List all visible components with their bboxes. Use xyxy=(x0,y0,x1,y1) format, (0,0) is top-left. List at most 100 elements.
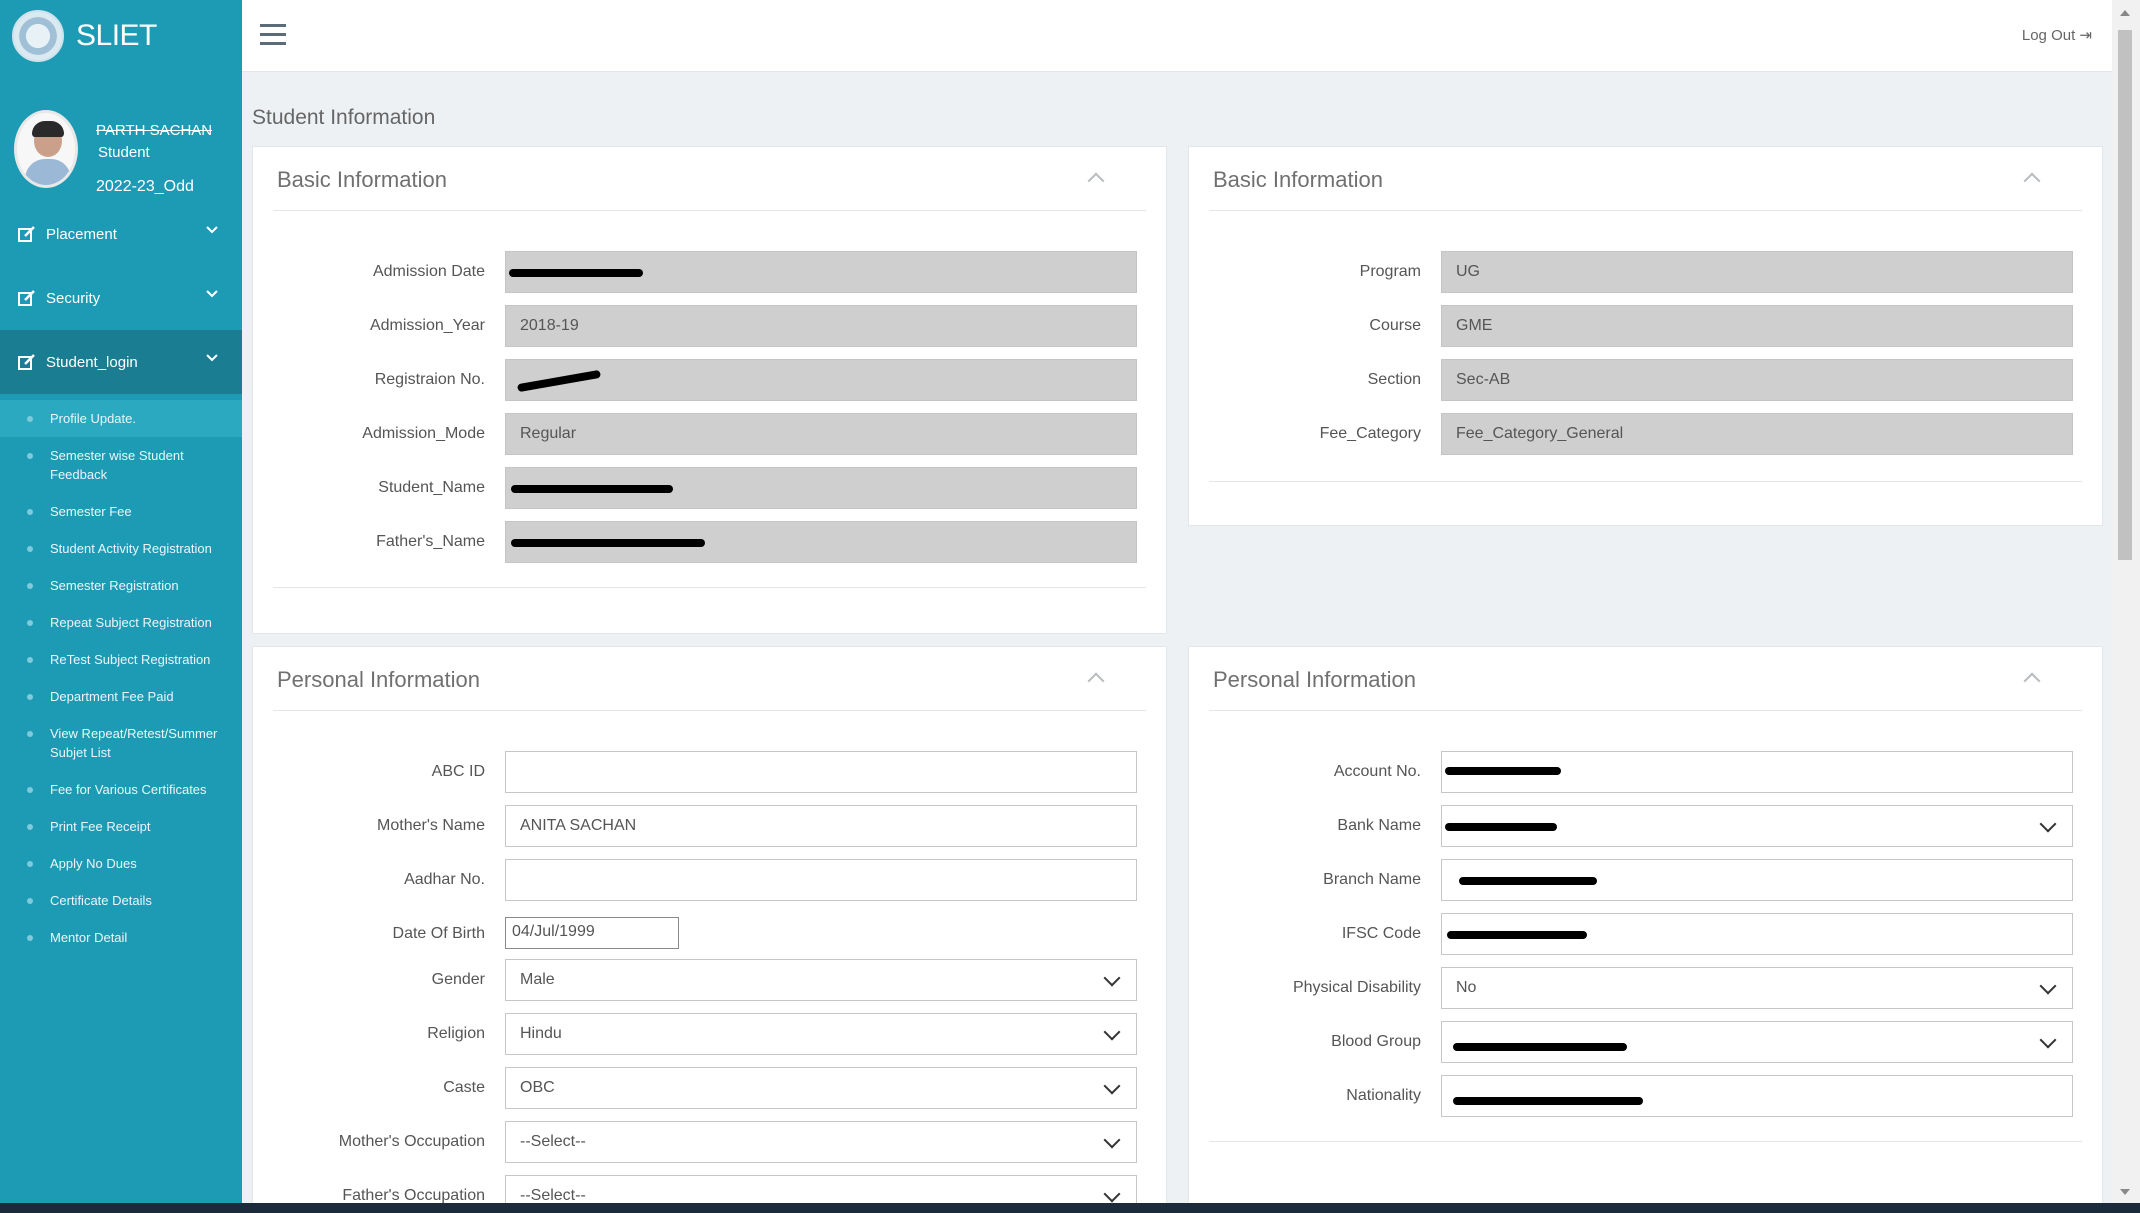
profile-role: Student xyxy=(98,144,150,161)
nationality-input[interactable] xyxy=(1441,1075,2073,1117)
field-label: Mother's Occupation xyxy=(338,1133,485,1150)
field-label: Fee_Category xyxy=(1319,425,1421,442)
field-label: Nationality xyxy=(1346,1087,1421,1104)
personal-information-panel-right: Personal Information Account No. Bank Na… xyxy=(1188,646,2103,1206)
vertical-scrollbar[interactable] xyxy=(2112,0,2140,1213)
field-label: ABC ID xyxy=(431,763,485,780)
field-label: Mother's Name xyxy=(377,817,485,834)
program-field: UG xyxy=(1441,251,2073,293)
personal-information-panel-left: Personal Information ABC ID Mother's Nam… xyxy=(252,646,1167,1213)
menu-toggle-icon[interactable] xyxy=(260,24,286,51)
mothers-name-input[interactable]: ANITA SACHAN xyxy=(505,805,1137,847)
submenu-item[interactable]: View Repeat/Retest/Summer Subjet List xyxy=(0,715,242,771)
student-login-submenu: Profile Update. Semester wise Student Fe… xyxy=(0,394,242,956)
field-label: IFSC Code xyxy=(1341,925,1421,942)
submenu-item[interactable]: Repeat Subject Registration xyxy=(0,604,242,641)
religion-select[interactable]: Hindu xyxy=(505,1013,1137,1055)
brand-name: SLIET xyxy=(76,19,157,52)
logout-link[interactable]: Log Out ⇥ xyxy=(2022,26,2092,44)
sidebar-item-student-login[interactable]: Student_login xyxy=(0,330,242,394)
aadhar-no-input[interactable] xyxy=(505,859,1137,901)
avatar xyxy=(14,110,78,188)
field-label: Admission Date xyxy=(372,263,485,280)
os-taskbar xyxy=(0,1203,2140,1213)
submenu-item[interactable]: Mentor Detail xyxy=(0,919,242,956)
user-profile: PARTH SACHAN Student 2022-23_Odd xyxy=(0,72,242,202)
mothers-occupation-select[interactable]: --Select-- xyxy=(505,1121,1137,1163)
physical-disability-select[interactable]: No xyxy=(1441,967,2073,1009)
field-label: Gender xyxy=(431,971,485,988)
panel-title: Basic Information xyxy=(1213,167,1383,192)
sidebar-item-placement[interactable]: Placement xyxy=(0,202,242,266)
chevron-down-icon xyxy=(206,226,218,234)
field-label: Admission_Year xyxy=(369,317,485,334)
edit-icon xyxy=(18,290,35,306)
sidebar-item-security[interactable]: Security xyxy=(0,266,242,330)
gender-select[interactable]: Male xyxy=(505,959,1137,1001)
chevron-down-icon xyxy=(206,290,218,298)
field-label: Course xyxy=(1369,317,1421,334)
submenu-item[interactable]: Semester Fee xyxy=(0,493,242,530)
edit-icon xyxy=(18,354,35,370)
field-label: Caste xyxy=(443,1079,485,1096)
scroll-thumb[interactable] xyxy=(2118,30,2132,560)
blood-group-select[interactable] xyxy=(1441,1021,2073,1063)
field-label: Student_Name xyxy=(378,479,485,496)
sliet-logo xyxy=(12,10,64,62)
admission-year-field: 2018-19 xyxy=(505,305,1137,347)
submenu-item[interactable]: Semester wise Student Feedback xyxy=(0,437,242,493)
field-label: Date Of Birth xyxy=(392,925,485,942)
submenu-item[interactable]: Print Fee Receipt xyxy=(0,808,242,845)
scroll-up-icon[interactable] xyxy=(2120,10,2130,16)
field-label: Program xyxy=(1359,263,1421,280)
collapse-icon[interactable] xyxy=(2023,172,2041,190)
field-label: Section xyxy=(1367,371,1421,388)
collapse-icon[interactable] xyxy=(1087,172,1105,190)
submenu-item[interactable]: Department Fee Paid xyxy=(0,678,242,715)
caste-select[interactable]: OBC xyxy=(505,1067,1137,1109)
registration-no-field xyxy=(505,359,1137,401)
brand[interactable]: SLIET xyxy=(0,0,242,72)
chevron-down-icon xyxy=(206,354,218,362)
section-field: Sec-AB xyxy=(1441,359,2073,401)
field-label: Blood Group xyxy=(1331,1033,1421,1050)
abc-id-input[interactable] xyxy=(505,751,1137,793)
submenu-item[interactable]: Semester Registration xyxy=(0,567,242,604)
panel-title: Personal Information xyxy=(277,667,480,692)
page-title: Student Information xyxy=(252,106,436,129)
collapse-icon[interactable] xyxy=(1087,672,1105,690)
top-bar: Log Out ⇥ xyxy=(242,0,2112,72)
sidebar-item-label: Security xyxy=(46,289,101,307)
submenu-item[interactable]: Profile Update. xyxy=(0,400,242,437)
field-label: Father's_Name xyxy=(376,533,485,550)
logout-icon: ⇥ xyxy=(2079,27,2092,44)
logout-label: Log Out xyxy=(2021,27,2076,44)
submenu-item[interactable]: Certificate Details xyxy=(0,882,242,919)
profile-name: PARTH SACHAN xyxy=(96,122,213,139)
admission-mode-field: Regular xyxy=(505,413,1137,455)
field-label: Account No. xyxy=(1333,763,1421,780)
basic-information-panel-left: Basic Information Admission Date Admissi… xyxy=(252,146,1167,634)
collapse-icon[interactable] xyxy=(2023,672,2041,690)
panel-title: Personal Information xyxy=(1213,667,1416,692)
fee-category-field: Fee_Category_General xyxy=(1441,413,2073,455)
submenu-item[interactable]: ReTest Subject Registration xyxy=(0,641,242,678)
course-field: GME xyxy=(1441,305,2073,347)
field-label: Physical Disability xyxy=(1292,979,1421,996)
basic-information-panel-right: Basic Information Program UG Course GME … xyxy=(1188,146,2103,526)
submenu-item[interactable]: Apply No Dues xyxy=(0,845,242,882)
field-label: Registraion No. xyxy=(374,371,485,388)
field-label: Admission_Mode xyxy=(362,425,485,442)
submenu-item[interactable]: Student Activity Registration xyxy=(0,530,242,567)
submenu-item[interactable]: Fee for Various Certificates xyxy=(0,771,242,808)
profile-term: 2022-23_Odd xyxy=(96,178,194,195)
edit-icon xyxy=(18,226,35,242)
field-label: Aadhar No. xyxy=(404,871,485,888)
sidebar-item-label: Student_login xyxy=(46,353,138,371)
sidebar-item-label: Placement xyxy=(46,225,117,243)
date-of-birth-input[interactable]: 04/Jul/1999 xyxy=(505,917,679,949)
field-label: Branch Name xyxy=(1323,871,1421,888)
scroll-down-icon[interactable] xyxy=(2120,1189,2130,1195)
field-label: Bank Name xyxy=(1337,817,1421,834)
field-label: Religion xyxy=(427,1025,485,1042)
